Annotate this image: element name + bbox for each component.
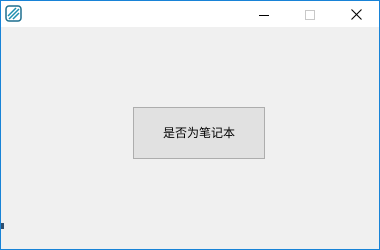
client-area: 是否为笔记本: [1, 27, 379, 249]
minimize-icon: [259, 5, 269, 24]
is-laptop-button[interactable]: 是否为笔记本: [133, 107, 265, 159]
close-icon: [350, 5, 362, 24]
maximize-icon: [305, 5, 315, 24]
title-bar[interactable]: [1, 1, 379, 27]
app-window: 是否为笔记本: [0, 0, 380, 250]
window-edge-mark: [1, 223, 4, 229]
app-logo-icon: [5, 5, 22, 22]
close-button[interactable]: [333, 1, 379, 27]
minimize-button[interactable]: [241, 1, 287, 27]
maximize-button[interactable]: [287, 1, 333, 27]
